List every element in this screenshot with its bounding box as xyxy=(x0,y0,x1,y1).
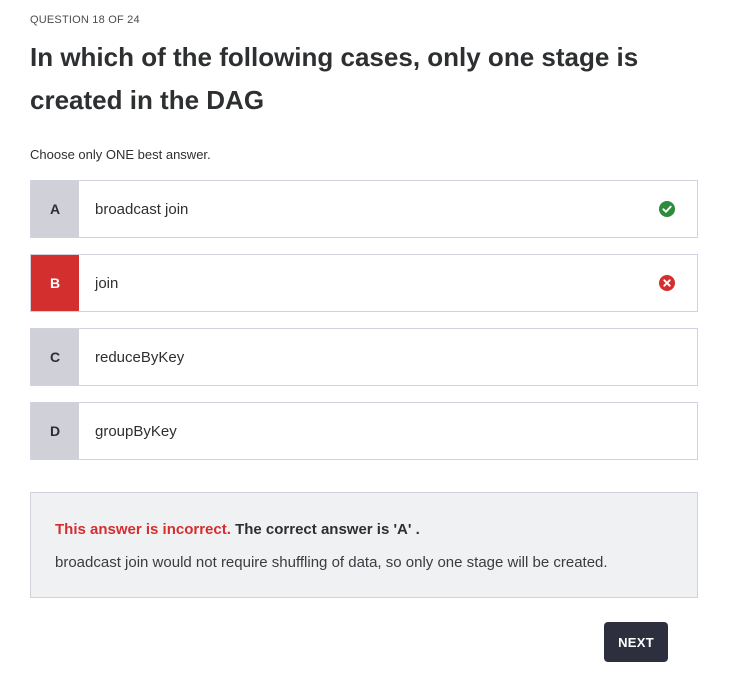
option-status xyxy=(637,255,697,311)
option-status xyxy=(637,181,697,237)
feedback-explanation: broadcast join would not require shuffli… xyxy=(55,554,608,571)
feedback-result-line: This answer is incorrect. The correct an… xyxy=(55,521,420,538)
answer-feedback-panel: This answer is incorrect. The correct an… xyxy=(30,492,698,598)
question-counter: QUESTION 18 OF 24 xyxy=(30,14,140,26)
next-button[interactable]: NEXT xyxy=(604,622,668,662)
answer-option-b[interactable]: B join xyxy=(30,254,698,312)
answer-option-c[interactable]: C reduceByKey xyxy=(30,328,698,386)
question-instruction: Choose only ONE best answer. xyxy=(30,147,211,162)
feedback-correct-answer: The correct answer is 'A' . xyxy=(235,521,420,538)
answer-option-d[interactable]: D groupByKey xyxy=(30,402,698,460)
option-text: join xyxy=(95,274,119,292)
check-circle-icon xyxy=(659,201,675,217)
answer-option-a[interactable]: A broadcast join xyxy=(30,180,698,238)
feedback-incorrect-label: This answer is incorrect. xyxy=(55,521,231,538)
question-title: In which of the following cases, only on… xyxy=(30,42,639,115)
option-text: broadcast join xyxy=(95,200,189,218)
option-letter: D xyxy=(31,403,79,459)
option-text: groupByKey xyxy=(95,422,177,440)
option-letter: C xyxy=(31,329,79,385)
option-letter: B xyxy=(31,255,79,311)
option-text: reduceByKey xyxy=(95,348,185,366)
x-circle-icon xyxy=(659,275,675,291)
option-letter: A xyxy=(31,181,79,237)
